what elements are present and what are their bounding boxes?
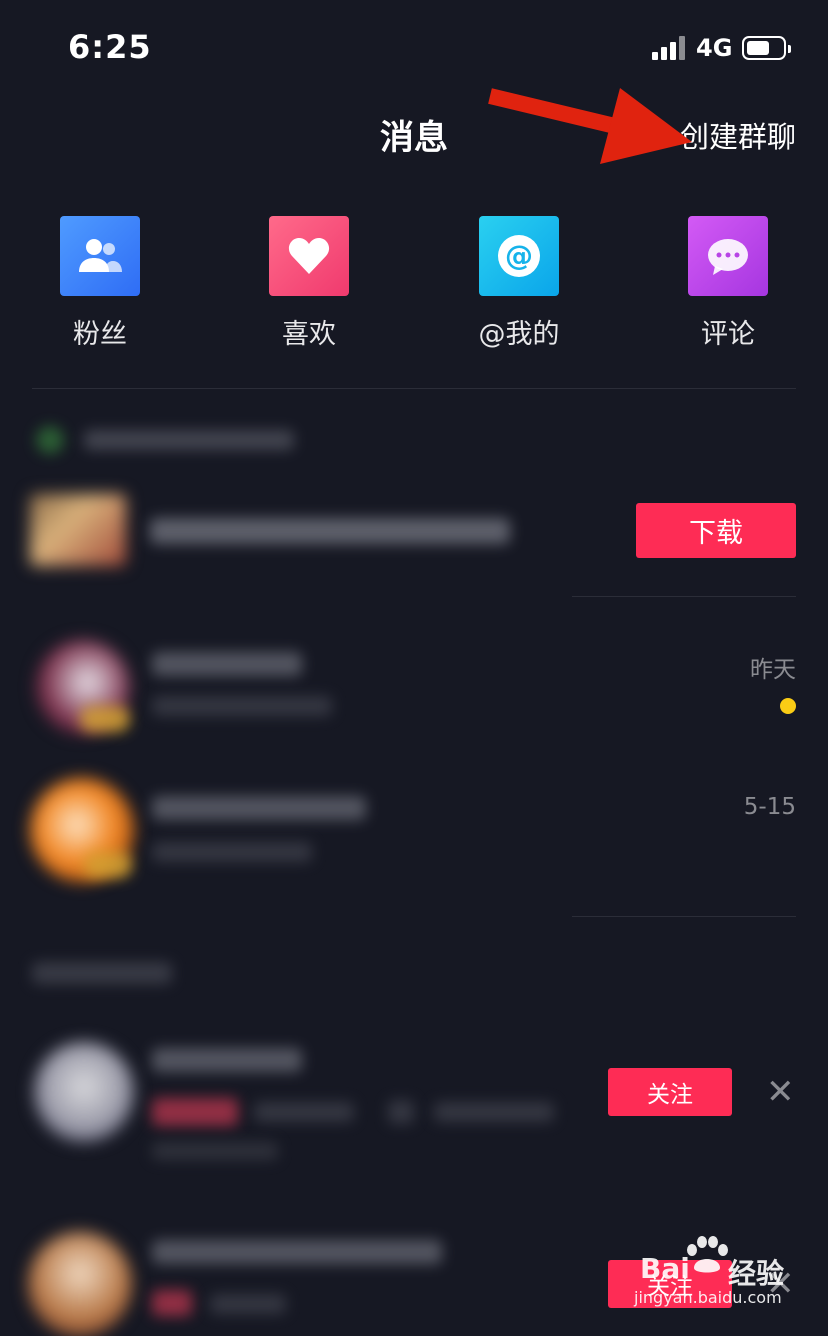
at-icon: @: [479, 216, 559, 296]
conversation-time: 5-15: [743, 794, 796, 820]
conversation-name[interactable]: [152, 796, 366, 820]
red-arrow-annotation: [488, 88, 692, 164]
svg-text:@: @: [505, 239, 533, 272]
conversation-preview: [152, 842, 312, 862]
category-label: 粉丝: [73, 319, 127, 350]
recommendation-info: [210, 1294, 286, 1314]
ad-source-text: [84, 430, 294, 450]
category-mentions[interactable]: @ @我的: [454, 216, 584, 351]
divider: [572, 596, 796, 597]
watermark-brand2: 经验: [728, 1257, 785, 1290]
ad-thumbnail: [30, 494, 126, 566]
divider: [572, 916, 796, 917]
conversation-time: 昨天: [750, 657, 796, 683]
comment-icon: [688, 216, 768, 296]
conversation-preview: [152, 696, 332, 716]
download-button[interactable]: 下载: [636, 503, 796, 558]
signal-icon: [652, 36, 686, 60]
recommendation-info: [254, 1102, 354, 1122]
recommendation-name[interactable]: [152, 1048, 302, 1072]
avatar-badge: [80, 706, 130, 732]
recommendation-thumbnails: [152, 1290, 192, 1316]
divider: [32, 388, 796, 389]
network-type: 4G: [696, 34, 733, 62]
avatar-badge: [84, 852, 132, 878]
recommendation-info: [434, 1102, 554, 1122]
heart-icon: [269, 216, 349, 296]
battery-icon: [742, 36, 791, 60]
recommendation-thumbnails: [152, 1098, 238, 1126]
watermark-brand: Bai: [640, 1252, 690, 1285]
recommendation-info: [388, 1100, 414, 1124]
category-label: @我的: [478, 319, 560, 350]
category-label: 喜欢: [282, 319, 336, 350]
category-label: 评论: [701, 319, 755, 350]
fans-icon: [60, 216, 140, 296]
status-time: 6:25: [68, 28, 152, 66]
follow-button[interactable]: 关注: [608, 1068, 732, 1116]
conversation-name[interactable]: [152, 652, 302, 676]
baidu-jingyan-watermark: Bai 经验 jingyan.baidu.com: [610, 1230, 810, 1310]
watermark-url: jingyan.baidu.com: [634, 1288, 782, 1307]
unread-dot: [780, 698, 796, 714]
category-comments[interactable]: 评论: [663, 216, 793, 351]
avatar[interactable]: [28, 1232, 132, 1336]
recommendation-section-title: [32, 962, 172, 984]
close-icon[interactable]: ✕: [766, 1072, 795, 1112]
paw-icon: [687, 1236, 728, 1273]
category-fans[interactable]: 粉丝: [35, 216, 165, 351]
recommendation-reason: [152, 1142, 278, 1160]
category-likes[interactable]: 喜欢: [244, 216, 374, 351]
recommendation-name[interactable]: [152, 1240, 442, 1264]
ad-title: [150, 518, 510, 544]
ad-source-icon: [36, 426, 64, 454]
avatar[interactable]: [34, 1042, 134, 1142]
